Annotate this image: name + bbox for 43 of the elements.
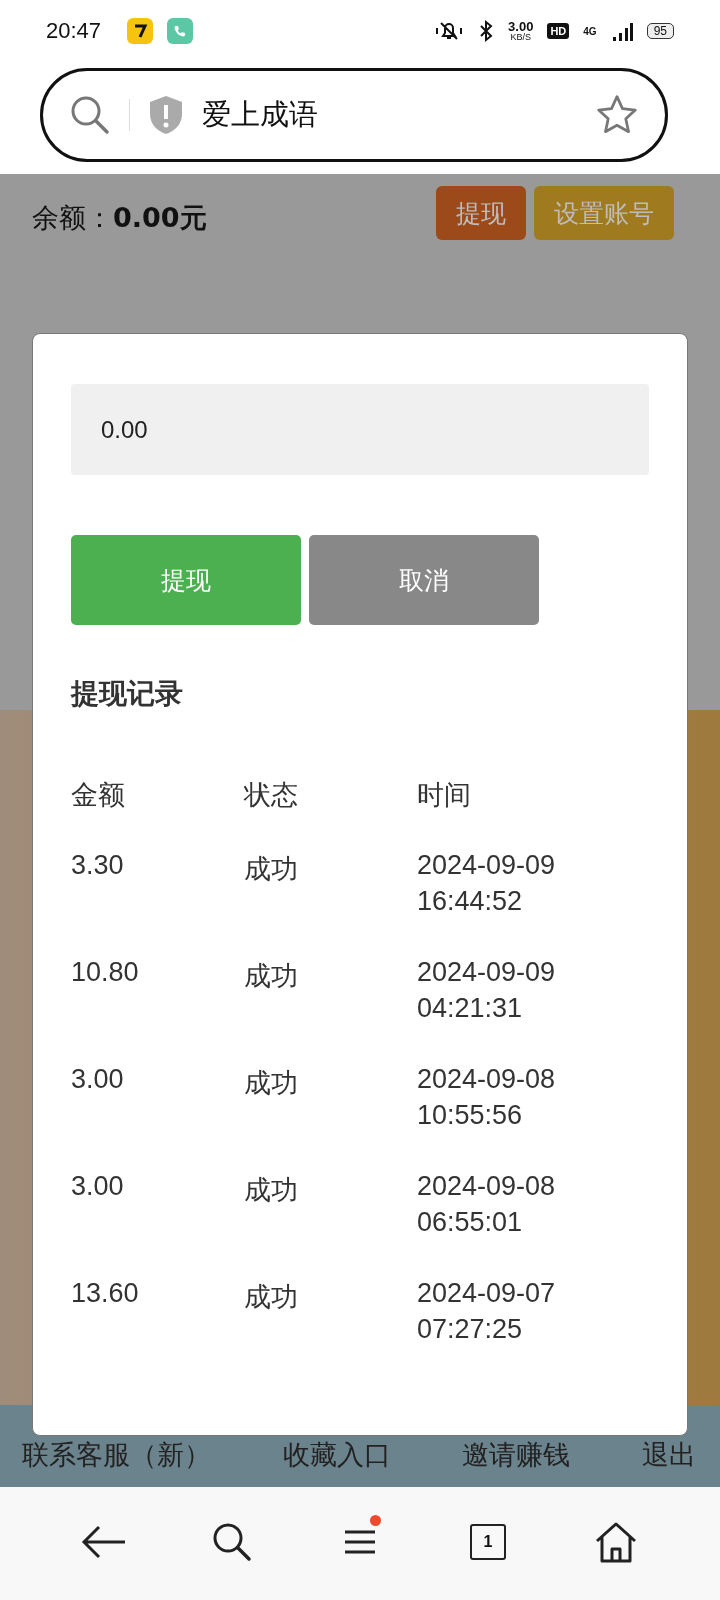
- table-cell-text: 成功: [244, 1280, 299, 1314]
- action-button[interactable]: 设置账号: [534, 186, 674, 240]
- hd-badge: HD: [547, 23, 570, 39]
- balance-label: 余额：: [32, 201, 113, 235]
- action-button[interactable]: 提现: [436, 186, 526, 240]
- records-heading: 提现记录: [71, 676, 184, 712]
- app-icon: [127, 18, 154, 44]
- table-cell-text: 13.60: [71, 1276, 140, 1310]
- table-cell-text: 2024-09-07 07:27:25: [417, 1276, 557, 1346]
- table-cell-text: 2024-09-09 04:21:31: [417, 955, 557, 1026]
- table-cell-text: 成功: [244, 1173, 299, 1207]
- cancel-button[interactable]: 取消: [309, 535, 539, 625]
- table-cell-text: 3.30: [71, 849, 125, 882]
- search-icon: [69, 94, 111, 136]
- column-header: 金额: [71, 778, 126, 812]
- table-cell-text: 10.80: [71, 955, 140, 989]
- column-header: 状态: [244, 778, 299, 812]
- footer-link[interactable]: 退出: [641, 1437, 696, 1473]
- signal-icon: [610, 21, 633, 41]
- phone-icon: [167, 18, 194, 44]
- footer-link[interactable]: 收藏入口: [282, 1437, 391, 1473]
- table-cell-text: 成功: [244, 1066, 299, 1100]
- battery: 95: [646, 23, 674, 39]
- shield-icon: [148, 95, 184, 135]
- network-speed: 3.00 KB/S: [508, 20, 534, 42]
- confirm-button[interactable]: 提现: [71, 535, 301, 625]
- page-title: 爱上成语: [202, 96, 319, 133]
- address-bar[interactable]: 爱上成语: [40, 68, 668, 162]
- footer-link[interactable]: 联系客服（新）: [22, 1437, 211, 1473]
- network-type: 4G: [583, 25, 597, 37]
- table-cell-text: 2024-09-08 10:55:56: [417, 1062, 557, 1133]
- amount-field[interactable]: 0.00: [71, 384, 649, 475]
- table-cell-text: 成功: [244, 853, 299, 886]
- table-cell-text: 成功: [244, 959, 299, 993]
- table-cell-text: 2024-09-09 16:44:52: [417, 849, 557, 919]
- bluetooth-icon: [478, 19, 495, 43]
- table-cell-text: 2024-09-08 06:55:01: [417, 1169, 557, 1240]
- clock: 20:47: [46, 18, 102, 44]
- column-header: 时间: [417, 778, 472, 812]
- table-cell-text: 3.00: [71, 1062, 125, 1096]
- balance-value: 0.00元: [113, 201, 208, 235]
- table-cell-text: 3.00: [71, 1169, 125, 1203]
- footer-link[interactable]: 邀请赚钱: [462, 1437, 571, 1473]
